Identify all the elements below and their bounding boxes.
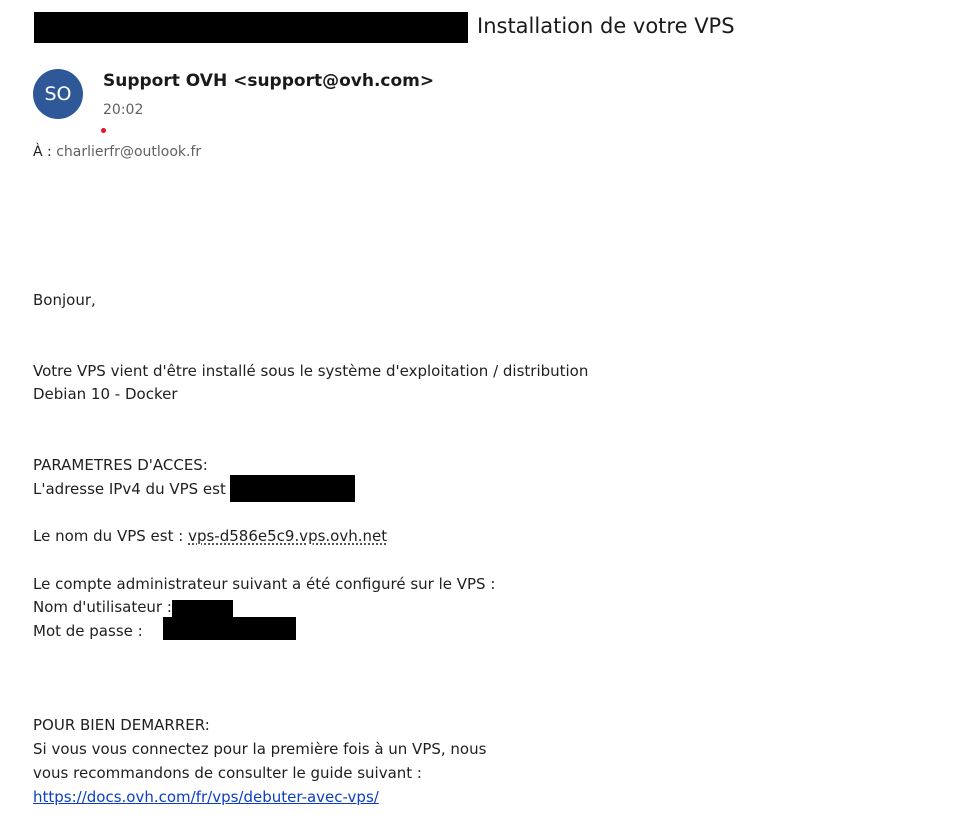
start-heading: POUR BIEN DEMARRER: xyxy=(33,716,210,734)
start-line-1: Si vous vous connectez pour la première … xyxy=(33,740,487,758)
intro-line-1: Votre VPS vient d'être installé sous le … xyxy=(33,362,589,380)
greeting: Bonjour, xyxy=(33,291,96,309)
admin-line: Le compte administrateur suivant a été c… xyxy=(33,575,496,593)
recipient-label: À : xyxy=(33,144,52,160)
redacted-subject-prefix xyxy=(34,12,468,43)
username-label: Nom d'utilisateur : xyxy=(33,598,172,616)
ipv4-label: L'adresse IPv4 du VPS est : xyxy=(33,480,236,498)
guide-link[interactable]: https://docs.ovh.com/fr/vps/debuter-avec… xyxy=(33,788,379,806)
access-heading: PARAMETRES D'ACCES: xyxy=(33,456,208,474)
unread-dot-icon xyxy=(101,128,106,133)
sender-name[interactable]: Support OVH <support@ovh.com> xyxy=(103,71,434,91)
redacted-username xyxy=(172,600,233,618)
sent-time: 20:02 xyxy=(103,102,144,118)
recipient-line: À : charlierfr@outlook.fr xyxy=(33,144,201,160)
email-subject: Installation de votre VPS xyxy=(477,14,735,38)
vps-name-line: Le nom du VPS est : vps-d586e5c9.vps.ovh… xyxy=(33,527,387,545)
vps-name-label: Le nom du VPS est : xyxy=(33,527,184,545)
recipient-address[interactable]: charlierfr@outlook.fr xyxy=(56,144,201,160)
password-label: Mot de passe : xyxy=(33,622,143,640)
vps-name-value[interactable]: vps-d586e5c9.vps.ovh.net xyxy=(188,527,387,545)
avatar[interactable]: SO xyxy=(33,69,83,119)
start-line-2: vous recommandons de consulter le guide … xyxy=(33,764,422,782)
intro-line-2: Debian 10 - Docker xyxy=(33,385,178,403)
redacted-password xyxy=(163,617,296,640)
avatar-initials: SO xyxy=(44,83,72,105)
redacted-ipv4 xyxy=(230,475,355,502)
